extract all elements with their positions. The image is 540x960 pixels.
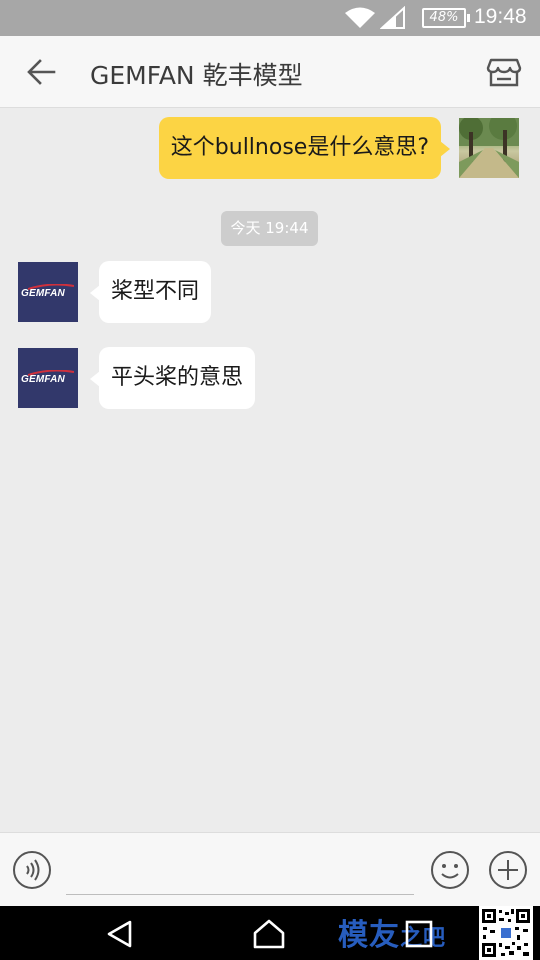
voice-icon[interactable] bbox=[12, 850, 52, 890]
avatar-logo-text: GEMFAN bbox=[21, 374, 65, 385]
navigation-bar: 模友之吧 bbox=[0, 906, 540, 960]
sender-avatar[interactable]: GEMFAN bbox=[18, 262, 78, 322]
nav-recent-icon[interactable] bbox=[404, 919, 434, 949]
avatar-photo-image bbox=[459, 118, 519, 178]
sender-avatar[interactable]: GEMFAN bbox=[18, 348, 78, 408]
message-incoming[interactable]: 桨型不同 bbox=[89, 261, 212, 323]
message-incoming[interactable]: 平头桨的意思 bbox=[89, 347, 256, 409]
plus-icon[interactable] bbox=[488, 850, 528, 890]
my-avatar[interactable] bbox=[459, 118, 519, 178]
page-title: GEMFAN 乾丰模型 bbox=[90, 61, 303, 90]
status-bar: 48% 19:48 bbox=[0, 0, 540, 36]
wifi-icon bbox=[345, 7, 375, 28]
app-bar: GEMFAN 乾丰模型 bbox=[0, 36, 540, 108]
timestamp-badge: 今天 19:44 bbox=[221, 211, 318, 246]
store-icon[interactable] bbox=[486, 54, 522, 90]
nav-back-icon[interactable] bbox=[104, 918, 136, 950]
emoji-icon[interactable] bbox=[430, 850, 470, 890]
qr-code-image bbox=[479, 906, 533, 960]
signal-icon bbox=[380, 6, 405, 29]
nav-home-icon[interactable] bbox=[252, 918, 286, 950]
input-bar bbox=[0, 832, 540, 906]
arrow-left-icon[interactable] bbox=[26, 58, 56, 86]
chat-area[interactable]: 这个bullnose是什么意思? 今天 19:44 GEMFAN 桨型不同 GE… bbox=[0, 108, 540, 832]
message-outgoing[interactable]: 这个bullnose是什么意思? bbox=[158, 117, 451, 179]
message-input[interactable] bbox=[66, 843, 414, 895]
status-clock: 19:48 bbox=[474, 5, 527, 28]
watermark-main: 模友 bbox=[338, 918, 400, 953]
battery-indicator: 48% bbox=[422, 8, 470, 28]
avatar-logo-text: GEMFAN bbox=[21, 288, 65, 299]
